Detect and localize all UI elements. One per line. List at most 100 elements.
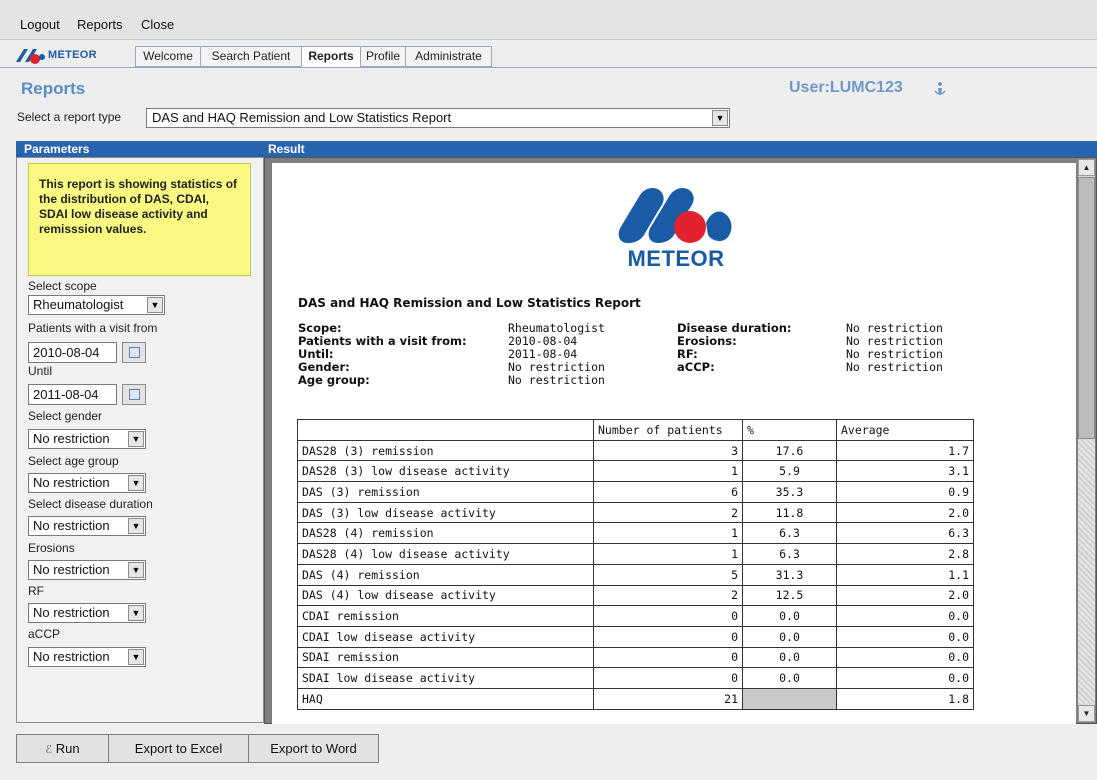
table-cell: 12.5: [742, 584, 837, 607]
export-excel-button[interactable]: Export to Excel: [108, 734, 249, 763]
tab-profile[interactable]: Profile: [360, 46, 406, 67]
scroll-down-icon[interactable]: ▼: [1078, 705, 1095, 722]
meta-key: Patients with a visit from:: [298, 334, 467, 348]
menu-logout[interactable]: Logout: [20, 17, 60, 32]
table-cell: 31.3: [742, 563, 837, 586]
report-title: DAS and HAQ Remission and Low Statistics…: [298, 296, 641, 310]
accp-select[interactable]: No restriction ▼: [28, 647, 146, 667]
table-row: DAS28 (4) low disease activity 1 6.3 2.8: [297, 543, 974, 565]
table-row: SDAI low disease activity 0 0.0 0.0: [297, 667, 974, 689]
accp-value: No restriction: [33, 649, 110, 664]
scope-select[interactable]: Rheumatologist ▼: [28, 295, 165, 315]
table-row: DAS (4) low disease activity 2 12.5 2.0: [297, 584, 974, 607]
table-header-cell: [297, 419, 594, 441]
scrollbar-thumb[interactable]: [1078, 177, 1095, 439]
until-field[interactable]: 2011-08-04: [28, 384, 117, 405]
info-icon[interactable]: [932, 81, 948, 97]
table-cell: DAS28 (4) remission: [297, 522, 594, 545]
table-row: DAS (3) remission 6 35.3 0.9: [297, 481, 974, 503]
meteor-logo-icon: [16, 49, 45, 64]
meta-key: Gender:: [298, 360, 350, 374]
table-cell: 1: [593, 543, 743, 565]
chevron-down-icon[interactable]: ▼: [128, 562, 144, 578]
calendar-icon[interactable]: [122, 342, 146, 363]
table-row: DAS28 (3) remission 3 17.6 1.7: [297, 439, 974, 462]
scrollbar-track-lower[interactable]: [1078, 440, 1095, 704]
meta-key: aCCP:: [677, 360, 715, 374]
menu-close[interactable]: Close: [141, 17, 174, 32]
table-cell: 0.9: [836, 481, 974, 503]
table-cell: 1.1: [836, 563, 974, 586]
logo-wordmark: METEOR: [627, 246, 725, 271]
meta-key: Disease duration:: [677, 321, 792, 335]
chevron-down-icon[interactable]: ▼: [128, 518, 144, 534]
tab-welcome[interactable]: Welcome: [135, 46, 201, 67]
meta-key: RF:: [677, 347, 698, 361]
meta-value: No restriction: [846, 334, 943, 348]
accp-label: aCCP: [28, 627, 61, 641]
scope-label: Select scope: [28, 279, 97, 293]
table-cell: CDAI remission: [297, 605, 594, 627]
table-cell: 1: [593, 522, 743, 545]
parameters-header: Parameters: [16, 141, 264, 157]
meta-key: Until:: [298, 347, 334, 361]
chevron-down-icon[interactable]: ▼: [147, 297, 163, 313]
table-cell: 5.9: [742, 460, 837, 483]
report-type-value: DAS and HAQ Remission and Low Statistics…: [152, 110, 452, 125]
table-cell: 1.8: [836, 687, 974, 710]
gender-select[interactable]: No restriction ▼: [28, 429, 146, 449]
erosions-select[interactable]: No restriction ▼: [28, 560, 146, 580]
tab-search-patient[interactable]: Search Patient: [200, 46, 302, 67]
scroll-up-icon[interactable]: ▲: [1078, 159, 1095, 176]
table-cell: 2: [593, 501, 743, 524]
age-group-select[interactable]: No restriction ▼: [28, 473, 146, 493]
age-group-value: No restriction: [33, 475, 110, 490]
table-header-cell: Number of patients: [593, 419, 743, 441]
meta-value: No restriction: [508, 360, 605, 374]
gender-label: Select gender: [28, 409, 103, 423]
table-row: DAS (3) low disease activity 2 11.8 2.0: [297, 501, 974, 524]
chevron-down-icon[interactable]: ▼: [128, 649, 144, 665]
table-cell: 1.7: [836, 439, 974, 462]
table-cell: 6: [593, 481, 743, 503]
meta-value: 2011-08-04: [508, 347, 578, 361]
table-row: SDAI remission 0 0.0 0.0: [297, 646, 974, 669]
table-cell: 0.0: [836, 605, 974, 627]
chevron-down-icon[interactable]: ▼: [128, 475, 144, 491]
visit-from-field[interactable]: 2010-08-04: [28, 342, 117, 363]
meta-value: No restriction: [846, 360, 943, 374]
run-button[interactable]: ℰ Run: [16, 734, 109, 763]
table-cell: 0: [593, 667, 743, 689]
export-word-button[interactable]: Export to Word: [248, 734, 379, 763]
table-cell: 3: [593, 439, 743, 462]
chevron-down-icon[interactable]: ▼: [128, 605, 144, 621]
calendar-icon[interactable]: [122, 384, 146, 405]
table-cell: DAS (3) low disease activity: [297, 501, 594, 524]
erosions-label: Erosions: [28, 541, 75, 555]
table-cell: 1: [593, 460, 743, 483]
table-header-row: Number of patients % Average: [297, 419, 974, 441]
table-cell: 0: [593, 625, 743, 648]
meta-value: No restriction: [846, 321, 943, 335]
run-label: Run: [55, 741, 80, 756]
meta-key: Age group:: [298, 373, 370, 387]
table-cell: 0.0: [836, 646, 974, 669]
table-cell: 11.8: [742, 501, 837, 524]
table-cell: 6.3: [742, 522, 837, 545]
menu-reports[interactable]: Reports: [77, 17, 123, 32]
results-table: Number of patients % Average DAS28 (3) r…: [297, 419, 974, 710]
meteor-logo-icon: [618, 187, 732, 243]
rf-select[interactable]: No restriction ▼: [28, 603, 146, 623]
disease-duration-value: No restriction: [33, 518, 110, 533]
report-type-select[interactable]: DAS and HAQ Remission and Low Statistics…: [146, 108, 730, 128]
disease-duration-select[interactable]: No restriction ▼: [28, 516, 146, 536]
tab-administrate[interactable]: Administrate: [405, 46, 492, 67]
table-row: DAS28 (4) remission 1 6.3 6.3: [297, 522, 974, 545]
erosions-value: No restriction: [33, 562, 110, 577]
table-cell: [742, 687, 837, 710]
table-cell: DAS28 (4) low disease activity: [297, 543, 594, 565]
chevron-down-icon[interactable]: ▼: [128, 431, 144, 447]
table-row: DAS28 (3) low disease activity 1 5.9 3.1: [297, 460, 974, 483]
tab-reports[interactable]: Reports: [301, 46, 361, 67]
chevron-down-icon[interactable]: ▼: [712, 110, 728, 126]
